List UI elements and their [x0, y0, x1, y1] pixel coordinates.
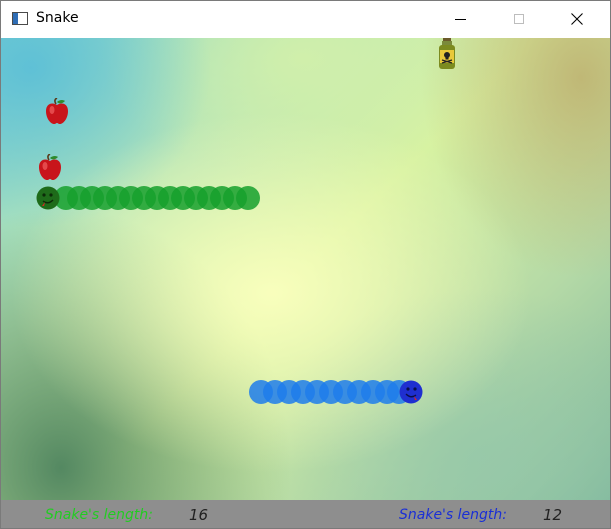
close-icon: [571, 13, 583, 25]
blue-snake-head-icon: [399, 380, 423, 404]
green-snake-head-icon: [36, 186, 60, 210]
close-button[interactable]: [554, 1, 600, 38]
apple-icon: [46, 98, 68, 124]
window-title: Snake: [36, 10, 79, 26]
minimize-button[interactable]: [438, 1, 484, 38]
player2-length-label: Snake's length:: [399, 507, 507, 523]
player1-length-label: Snake's length:: [45, 507, 153, 523]
title-bar[interactable]: Snake: [1, 1, 610, 38]
apple-icon: [39, 154, 61, 180]
player1-length-value: 16: [189, 506, 209, 524]
app-window-icon: [12, 12, 28, 25]
player2-length-value: 12: [543, 506, 563, 524]
status-bar: Snake's length: 16 Snake's length: 12: [1, 500, 610, 528]
snake-window: Snake Snake's length: 16 Snake's length:…: [0, 0, 611, 529]
poison-bottle-icon: [439, 38, 455, 69]
game-field: [1, 38, 610, 500]
maximize-button[interactable]: [497, 1, 543, 38]
